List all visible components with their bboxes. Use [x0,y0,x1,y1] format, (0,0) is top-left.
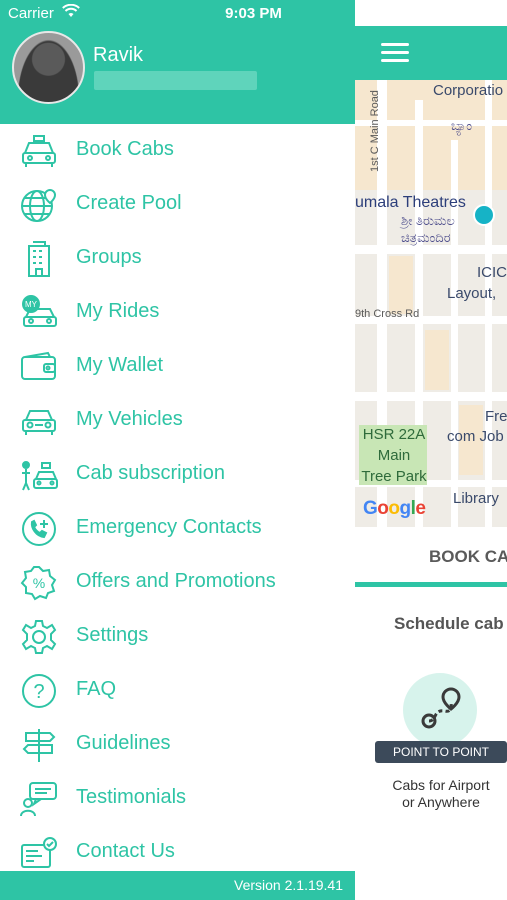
app-version: Version 2.1.19.41 [234,877,343,893]
map-label-road: 1st C Main Road [369,90,381,172]
menu-item-label: Book Cabs [76,138,174,160]
menu-item-emergency-contacts[interactable]: Emergency Contacts [0,502,355,556]
location-arrow-icon [436,5,448,22]
navigation-drawer: Ravik Book Cabs Create Pool Groups MY My… [0,0,355,900]
hamburger-menu-icon[interactable] [381,42,409,64]
my-car-icon: MY [20,295,58,331]
map-label-com-job: com Job [447,428,504,445]
status-bar: Carrier 9:03 PM ⚡ [0,0,507,28]
map-label-theatre-kn1: ಶ್ರೀ ತಿರುಮಲ [401,213,455,228]
google-logo: Google [363,498,426,519]
menu-item-label: Settings [76,624,149,646]
user-subtitle-placeholder [94,71,257,90]
menu-item-label: Testimonials [76,786,187,808]
svg-text:?: ? [33,681,44,703]
menu-item-label: Groups [76,246,142,268]
map-view[interactable]: Corporatio ಬ್ಯಾಂ 1st C Main Road umala T… [355,80,507,527]
menu-item-label: Guidelines [76,732,171,754]
menu-item-label: FAQ [76,678,117,700]
menu-item-my-rides[interactable]: MY My Rides [0,286,355,340]
percent-badge-icon: % [20,565,58,601]
charging-bolt-icon: ⚡ [492,3,502,19]
chat-person-icon [20,781,58,817]
question-icon: ? [20,673,58,709]
menu-item-book-cabs[interactable]: Book Cabs [0,124,355,178]
status-time: 9:03 PM [225,5,282,22]
wallet-icon [20,349,58,385]
svg-text:%: % [33,575,45,591]
taxi-icon [20,133,58,169]
map-label-park: HSR 22A Main Tree Park [361,426,427,485]
map-label-fre: Fre [485,408,507,425]
contact-card-icon [20,835,58,871]
menu-item-groups[interactable]: Groups [0,232,355,286]
gear-icon [20,619,58,655]
building-icon [20,241,58,277]
map-pin-icon[interactable] [473,204,495,226]
menu-item-label: Emergency Contacts [76,516,262,538]
version-bar: Version 2.1.19.41 [0,871,355,900]
emergency-phone-icon [20,511,58,547]
menu-item-guidelines[interactable]: Guidelines [0,718,355,772]
book-cabs-tab-label: BOOK CA [429,547,507,566]
menu-item-label: My Vehicles [76,408,183,430]
battery-icon [458,6,491,20]
main-screen: Corporatio ಬ್ಯಾಂ 1st C Main Road umala T… [355,0,507,900]
book-cabs-tab[interactable]: BOOK CA [355,527,507,587]
route-icon[interactable] [403,673,477,747]
menu-item-my-vehicles[interactable]: My Vehicles [0,394,355,448]
map-label-corporation: Corporatio [433,82,504,99]
globe-pin-icon [20,187,58,223]
menu-item-offers-promotions[interactable]: % Offers and Promotions [0,556,355,610]
map-label-theatre: umala Theatres [355,194,466,211]
menu-item-testimonials[interactable]: Testimonials [0,772,355,826]
vehicle-icon [20,403,58,439]
map-label-layout: Layout, [447,285,497,302]
schedule-cab-title: Schedule cab [394,614,504,633]
map-label-icic: ICIC [477,264,507,281]
signpost-icon [20,727,58,763]
menu-item-label: My Rides [76,300,160,322]
avatar[interactable] [12,31,85,104]
menu-item-label: Create Pool [76,192,182,214]
menu-item-my-wallet[interactable]: My Wallet [0,340,355,394]
map-label-cross-rd: 9th Cross Rd [355,308,420,320]
top-app-bar [355,26,507,80]
menu-item-label: My Wallet [76,354,164,376]
subscription-icon [20,457,58,493]
point-to-point-description: Cabs for Airport or Anywhere [392,777,490,810]
menu-item-label: Cab subscription [76,462,225,484]
menu-item-cab-subscription[interactable]: Cab subscription [0,448,355,502]
map-label-kannada-top: ಬ್ಯಾಂ [451,118,473,133]
menu-item-settings[interactable]: Settings [0,610,355,664]
menu-item-label: Contact Us [76,840,175,862]
point-to-point-badge[interactable]: POINT TO POINT [375,741,507,763]
menu-item-create-pool[interactable]: Create Pool [0,178,355,232]
svg-text:MY: MY [25,300,38,309]
map-label-library: Library [453,490,499,507]
user-name: Ravik [93,44,144,66]
menu-item-faq[interactable]: ? FAQ [0,664,355,718]
map-label-theatre-kn2: ಚಿತ್ರಮಂದಿರ [401,230,451,245]
menu-item-label: Offers and Promotions [76,570,276,592]
